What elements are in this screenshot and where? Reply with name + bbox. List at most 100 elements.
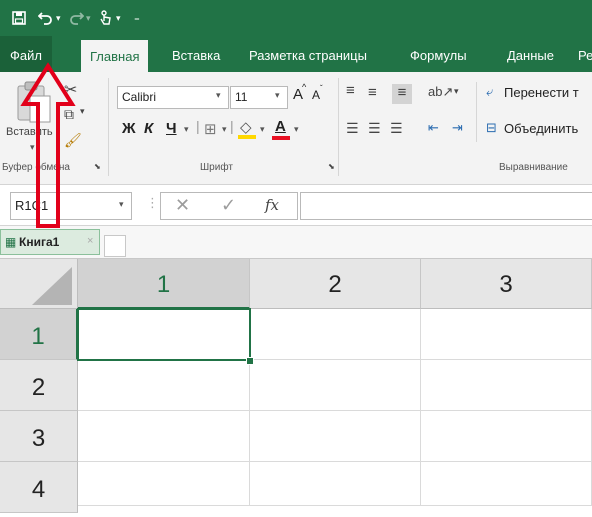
cancel-icon[interactable]: ✕ [175,195,190,216]
font-group-label: Шрифт [200,162,233,173]
row-header[interactable]: 3 [0,411,78,462]
grow-font-caret-icon: ^ [302,82,307,92]
align-left-icon[interactable]: ☰ [346,120,359,137]
tab-formulas[interactable]: Формулы [410,36,467,72]
fill-dropdown-icon[interactable]: ▾ [260,124,265,135]
save-icon-svg [12,11,26,25]
enter-icon[interactable]: ✓ [221,195,236,216]
quick-access-toolbar: ▾ ▾ ▾ ₌ [0,0,592,36]
increase-indent-icon[interactable]: ⇥ [452,120,463,136]
row-header[interactable]: 1 [0,309,78,360]
redo-dropdown-icon[interactable]: ▾ [86,0,91,36]
fill-handle[interactable] [246,357,254,365]
cell[interactable] [78,411,250,462]
fill-separator: | [230,118,234,134]
undo-dropdown-icon[interactable]: ▾ [56,0,61,36]
align-bottom-icon[interactable]: ≡ [392,84,412,104]
cell[interactable] [250,309,421,360]
cell[interactable] [250,411,421,462]
redo-icon[interactable] [68,0,85,36]
group-separator [338,78,339,176]
align-right-icon[interactable]: ☰ [390,120,403,137]
workbook-tab-label: Книга1 [19,235,60,249]
tab-review[interactable]: Ре [578,36,592,72]
close-icon[interactable]: × [87,235,93,247]
font-color-dropdown-icon[interactable]: ▾ [294,124,299,135]
shrink-font-caret-icon: ˇ [320,84,323,93]
copy-dropdown-icon[interactable]: ▾ [80,106,85,117]
align-center-icon[interactable]: ☰ [368,120,381,137]
tab-page-layout[interactable]: Разметка страницы [249,36,367,72]
formula-input[interactable] [300,192,592,220]
touch-icon-svg [100,10,111,25]
ribbon-home: Вставить ▾ ✂ ⧉ ▾ 🖌 Буфер обмена ⬊ Calibr… [0,72,592,185]
font-color-swatch [272,136,290,140]
select-all-button[interactable] [0,259,78,309]
cell[interactable] [78,462,250,506]
select-all-triangle-icon [32,267,72,305]
chevron-down-icon: ▾ [216,90,221,100]
paint-bucket-icon: ◇ [240,119,252,136]
cell[interactable] [421,360,592,411]
tab-data[interactable]: Данные [507,36,554,72]
orientation-icon[interactable]: ab↗ [428,84,453,100]
new-tab-button[interactable] [104,235,126,257]
insert-function-button[interactable]: fx [265,196,279,214]
formula-buttons: ✕ ✓ fx [160,192,298,220]
customize-qat-icon[interactable]: ₌ [134,0,140,36]
underline-button[interactable]: Ч [166,120,177,137]
cell[interactable] [250,462,421,506]
borders-dropdown-icon[interactable]: ▾ [222,124,227,135]
alignment-group-label: Выравнивание [499,162,568,173]
font-size-value: 11 [235,90,248,104]
merge-cells-icon: ⊟ [486,120,497,135]
cell[interactable] [78,360,250,411]
clipboard-launcher-icon[interactable]: ⬊ [94,162,101,171]
column-header[interactable]: 3 [421,259,592,309]
decrease-indent-icon[interactable]: ⇤ [428,120,439,136]
align-middle-icon[interactable]: ≡ [368,84,377,101]
row-header[interactable]: 2 [0,360,78,411]
align-top-icon[interactable]: ≡ [346,82,355,99]
formula-bar: R1C1 ▾ ⋮ ✕ ✓ fx [0,185,592,226]
cell[interactable] [421,309,592,360]
font-name-value: Calibri [122,90,157,104]
shrink-font-button[interactable]: A [312,88,320,102]
cell[interactable] [421,411,592,462]
touch-dropdown-icon[interactable]: ▾ [116,0,121,36]
font-color-button[interactable]: A [272,118,292,140]
ribbon-tabs: Файл Главная Вставка Разметка страницы Ф… [0,36,592,72]
group-separator [108,78,109,176]
font-color-letter: A [275,118,286,135]
chevron-down-icon: ▾ [275,90,280,100]
tab-insert[interactable]: Вставка [172,36,220,72]
undo-icon-svg [37,12,52,25]
cell[interactable] [421,462,592,506]
font-size-select[interactable]: 11 ▾ [230,86,288,109]
workbook-tabs: ▦ Книга1 × [0,226,592,259]
bold-button[interactable]: Ж [122,120,136,137]
active-cell-selection[interactable] [77,308,251,361]
touch-mode-icon[interactable] [98,0,112,36]
font-launcher-icon[interactable]: ⬊ [328,162,335,171]
column-header[interactable]: 1 [78,259,250,309]
workbook-tab[interactable]: ▦ Книга1 × [0,229,100,255]
font-name-select[interactable]: Calibri ▾ [117,86,229,109]
formula-bar-splitter-icon[interactable]: ⋮ [146,195,159,211]
tab-home[interactable]: Главная [81,40,149,72]
cell[interactable] [250,360,421,411]
borders-icon[interactable]: ⊞ [204,120,217,138]
save-icon[interactable] [12,0,26,36]
orientation-dropdown-icon[interactable]: ▾ [454,86,459,97]
excel-file-icon: ▦ [5,235,17,249]
wrap-text-button[interactable]: ⤶ Перенести т [484,82,592,104]
fill-color-button[interactable]: ◇ [238,118,258,140]
spreadsheet-grid: 1 2 3 1 2 3 4 [0,259,592,513]
merge-cells-button[interactable]: ⊟ Объединить [484,118,592,140]
row-header[interactable]: 4 [0,462,78,513]
italic-button[interactable]: К [144,120,153,137]
column-header[interactable]: 2 [250,259,421,309]
underline-dropdown-icon[interactable]: ▾ [184,124,189,135]
chevron-down-icon[interactable]: ▾ [119,199,124,210]
undo-icon[interactable] [37,0,54,36]
